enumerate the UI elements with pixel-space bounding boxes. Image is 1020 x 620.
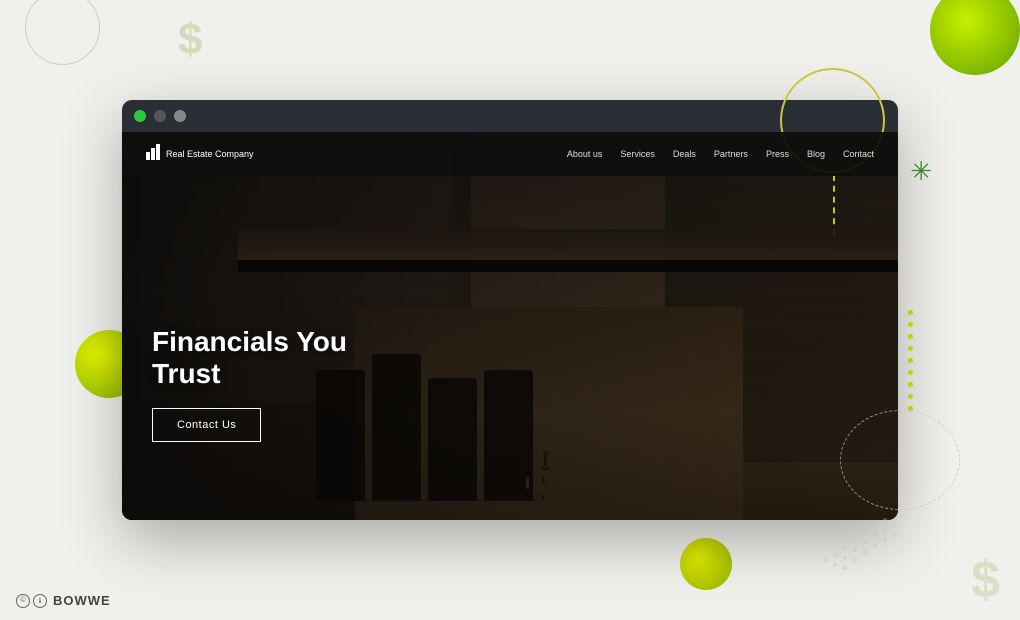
nav-link-deals[interactable]: Deals [673, 149, 696, 159]
dollar-sign-top: $ [178, 15, 202, 65]
circle-outline-top-left [25, 0, 100, 65]
arch-2 [372, 354, 421, 501]
green-blob-top-right [930, 0, 1020, 75]
cc-icon: © [16, 594, 30, 608]
dot-2 [908, 322, 913, 327]
watermark: © ℹ BOWWE [16, 593, 111, 608]
nav-link-services[interactable]: Services [620, 149, 655, 159]
hero-content: Financials You Trust Contact Us [152, 326, 347, 442]
dot-6 [908, 370, 913, 375]
dot-8 [908, 394, 913, 399]
dollar-sign-bottom: $ [971, 550, 1000, 610]
green-blob-bottom-center [680, 538, 732, 590]
nav-logo[interactable]: Real Estate Company [146, 144, 254, 165]
navbar: Real Estate Company About us Services De… [122, 132, 898, 176]
dashed-line [833, 175, 835, 235]
dot-5 [908, 358, 913, 363]
watermark-icons: © ℹ [16, 594, 47, 608]
dot-7 [908, 382, 913, 387]
traffic-light-yellow[interactable] [154, 110, 166, 122]
overpass-shadow [238, 260, 898, 272]
website-content: Real Estate Company About us Services De… [122, 132, 898, 520]
star-burst-icon: ✳ [910, 158, 932, 184]
dot-4 [908, 346, 913, 351]
browser-window: Real Estate Company About us Services De… [122, 100, 898, 520]
nav-link-about[interactable]: About us [567, 149, 603, 159]
info-icon: ℹ [33, 594, 47, 608]
dot-3 [908, 334, 913, 339]
overpass-structure [238, 229, 898, 260]
vertical-dots-right [908, 310, 913, 411]
arch-3 [428, 378, 477, 500]
person-silhouette [541, 451, 549, 473]
dot-9 [908, 406, 913, 411]
nav-links: About us Services Deals Partners Press B… [567, 149, 874, 159]
logo-text: Real Estate Company [166, 149, 254, 160]
traffic-light-green[interactable] [134, 110, 146, 122]
nav-link-contact[interactable]: Contact [843, 149, 874, 159]
nav-link-press[interactable]: Press [766, 149, 789, 159]
hero-title: Financials You Trust [152, 326, 347, 390]
contact-us-button[interactable]: Contact Us [152, 408, 261, 442]
nav-link-partners[interactable]: Partners [714, 149, 748, 159]
dot-1 [908, 310, 913, 315]
logo-icon [146, 144, 160, 165]
traffic-light-gray[interactable] [174, 110, 186, 122]
nav-link-blog[interactable]: Blog [807, 149, 825, 159]
arcade-arches [316, 338, 533, 501]
bowwe-text: BOWWE [53, 593, 111, 608]
